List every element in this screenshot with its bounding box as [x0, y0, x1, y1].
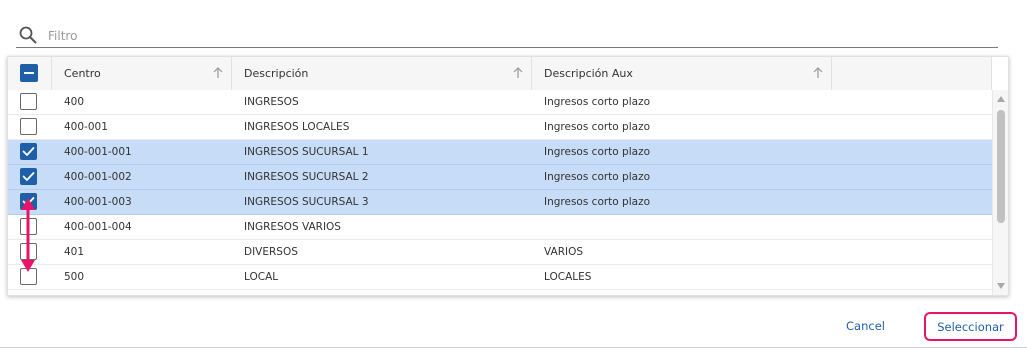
row-checkbox[interactable]: [20, 168, 37, 185]
cell-centro: 400-001-001: [64, 146, 132, 158]
cell-centro: 400-001-002: [64, 171, 132, 183]
search-icon: [19, 26, 37, 44]
cell-descripcion-aux: Ingresos corto plazo: [544, 96, 651, 108]
minus-icon: [24, 72, 34, 74]
filter-field[interactable]: [16, 24, 998, 48]
row-checkbox[interactable]: [20, 218, 37, 235]
table-row[interactable]: 400-001-004 INGRESOS VARIOS: [8, 215, 992, 240]
cancel-button[interactable]: Cancel: [846, 319, 885, 333]
sort-arrow-up-icon[interactable]: [512, 66, 524, 80]
table-row[interactable]: 400-001-001 INGRESOS SUCURSAL 1 Ingresos c…: [8, 140, 992, 165]
cell-centro: 400: [64, 96, 85, 108]
table-row[interactable]: 401 DIVERSOS VARIOS: [8, 240, 992, 265]
cell-descripcion: INGRESOS SUCURSAL 2: [244, 171, 369, 183]
table-row[interactable]: 400-001-002 INGRESOS SUCURSAL 2 Ingresos c…: [8, 165, 992, 190]
row-checkbox[interactable]: [20, 118, 37, 135]
cell-descripcion-aux: Ingresos corto plazo: [544, 196, 651, 208]
cell-descripcion-aux: LOCALES: [544, 271, 592, 283]
selection-dialog: Centro Descripción Descripción Aux: [0, 0, 1027, 349]
column-header-descripcion-aux[interactable]: Descripción Aux: [532, 57, 832, 90]
cell-descripcion: INGRESOS SUCURSAL 1: [244, 146, 369, 158]
cell-descripcion: INGRESOS VARIOS: [244, 221, 341, 233]
header-select-all-cell: [8, 57, 52, 90]
cell-descripcion: INGRESOS SUCURSAL 3: [244, 196, 369, 208]
cell-descripcion-aux: Ingresos corto plazo: [544, 146, 651, 158]
check-icon: [22, 147, 35, 156]
row-checkbox[interactable]: [20, 193, 37, 210]
row-checkbox[interactable]: [20, 268, 37, 285]
cell-descripcion-aux: VARIOS: [544, 246, 584, 258]
select-button[interactable]: Seleccionar: [924, 312, 1017, 341]
cell-centro: 500: [64, 271, 85, 283]
cell-centro: 401: [64, 246, 85, 258]
filter-input[interactable]: [48, 26, 948, 46]
table-row[interactable]: 400 INGRESOS Ingresos corto plazo: [8, 90, 992, 115]
data-grid: Centro Descripción Descripción Aux 400 I…: [7, 56, 1009, 296]
row-checkbox[interactable]: [20, 93, 37, 110]
row-checkbox-cell: [8, 90, 52, 114]
cell-descripcion-aux: Ingresos corto plazo: [544, 171, 651, 183]
cell-descripcion-aux: Ingresos corto plazo: [544, 121, 651, 133]
check-icon: [22, 172, 35, 181]
cell-descripcion-aux: [544, 215, 832, 239]
column-header-empty: [832, 57, 992, 90]
cell-descripcion: INGRESOS LOCALES: [244, 121, 350, 133]
divider: [0, 347, 1027, 348]
table-row[interactable]: 500 LOCAL LOCALES: [8, 265, 992, 290]
select-all-checkbox[interactable]: [20, 64, 38, 82]
sort-arrow-up-icon[interactable]: [812, 66, 824, 80]
row-checkbox-cell: [8, 265, 52, 289]
scroll-down-arrow-icon[interactable]: [997, 282, 1005, 290]
cell-centro: 400-001-003: [64, 196, 132, 208]
column-header-label: Centro: [64, 67, 101, 80]
row-checkbox[interactable]: [20, 243, 37, 260]
column-header-label: Descripción: [244, 67, 309, 80]
vertical-scrollbar[interactable]: [992, 90, 1008, 295]
cell-descripcion: LOCAL: [244, 271, 279, 283]
row-checkbox[interactable]: [20, 143, 37, 160]
column-header-descripcion[interactable]: Descripción: [232, 57, 532, 90]
sort-arrow-up-icon[interactable]: [212, 66, 224, 80]
column-header-centro[interactable]: Centro: [52, 57, 232, 90]
row-checkbox-cell: [8, 140, 52, 164]
scroll-up-arrow-icon[interactable]: [997, 95, 1005, 103]
scrollbar-thumb[interactable]: [997, 110, 1005, 223]
table-row[interactable]: 400-001 INGRESOS LOCALES Ingresos corto pl…: [8, 115, 992, 140]
table-row[interactable]: 400-001-003 INGRESOS SUCURSAL 3 Ingresos c…: [8, 190, 992, 215]
row-checkbox-cell: [8, 240, 52, 264]
column-header-label: Descripción Aux: [544, 67, 633, 80]
cell-descripcion: DIVERSOS: [244, 246, 298, 258]
grid-body: 400 INGRESOS Ingresos corto plazo 400-001 IN…: [8, 90, 992, 290]
check-icon: [22, 197, 35, 206]
cell-centro: 400-001-004: [64, 221, 132, 233]
cell-centro: 400-001: [64, 121, 108, 133]
grid-header: Centro Descripción Descripción Aux: [8, 57, 992, 91]
cell-descripcion: INGRESOS: [244, 96, 299, 108]
row-checkbox-cell: [8, 215, 52, 239]
row-checkbox-cell: [8, 190, 52, 214]
row-checkbox-cell: [8, 165, 52, 189]
row-checkbox-cell: [8, 115, 52, 139]
